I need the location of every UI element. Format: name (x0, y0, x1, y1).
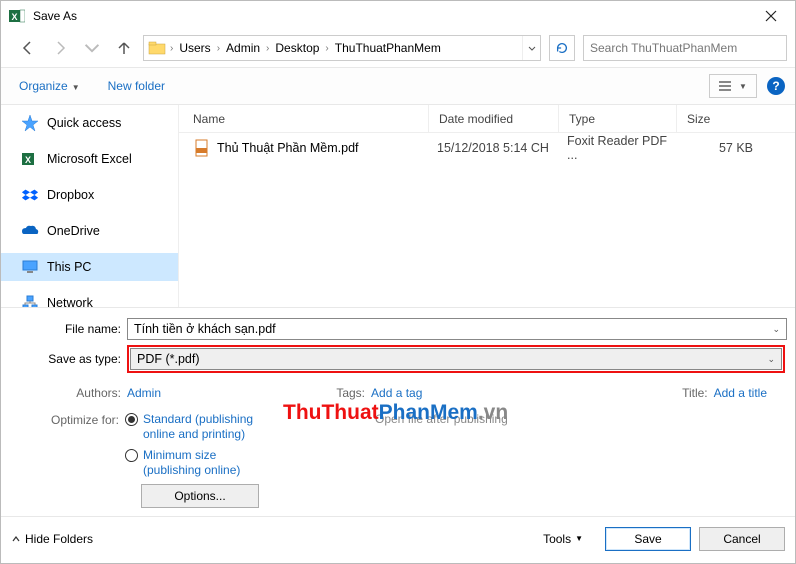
optimize-standard-radio[interactable]: Standard (publishing online and printing… (125, 412, 285, 442)
sidebar-quick-access[interactable]: Quick access (1, 109, 178, 137)
address-dropdown[interactable] (522, 36, 540, 60)
svg-text:X: X (11, 12, 17, 22)
sidebar-excel[interactable]: X Microsoft Excel (1, 145, 178, 173)
sidebar-network[interactable]: Network (1, 289, 178, 307)
search-placeholder: Search ThuThuatPhanMem (590, 41, 737, 55)
forward-button[interactable] (45, 34, 75, 62)
address-bar[interactable]: › Users› Admin› Desktop› ThuThuatPhanMem (143, 35, 541, 61)
navigation-sidebar: Quick access X Microsoft Excel Dropbox O… (1, 105, 179, 307)
authors-value[interactable]: Admin (127, 386, 161, 400)
sidebar-this-pc[interactable]: This PC (1, 253, 178, 281)
save-as-type-label: Save as type: (9, 352, 127, 366)
file-size: 57 KB (675, 141, 763, 155)
optimize-minimum-radio[interactable]: Minimum size (publishing online) (125, 448, 285, 478)
chevron-down-icon[interactable]: ⌄ (772, 324, 780, 335)
radio-on-icon (125, 413, 138, 426)
pc-icon (21, 258, 39, 276)
search-input[interactable]: Search ThuThuatPhanMem (583, 35, 787, 61)
col-date[interactable]: Date modified (429, 105, 559, 132)
svg-text:X: X (25, 155, 31, 165)
save-button[interactable]: Save (605, 527, 691, 551)
cancel-button[interactable]: Cancel (699, 527, 785, 551)
column-headers: Name Date modified Type Size (179, 105, 795, 133)
sidebar-dropbox[interactable]: Dropbox (1, 181, 178, 209)
crumb-users[interactable]: Users (175, 41, 214, 55)
tools-menu[interactable]: Tools▼ (543, 532, 583, 546)
up-button[interactable] (109, 34, 139, 62)
dropbox-icon (21, 186, 39, 204)
save-as-type-dropdown[interactable]: PDF (*.pdf) ⌄ (130, 348, 782, 370)
radio-off-icon (125, 449, 138, 462)
open-after-hint: Open file after publishing (375, 412, 508, 426)
options-button[interactable]: Options... (141, 484, 259, 508)
file-row[interactable]: Thủ Thuật Phần Mềm.pdf 15/12/2018 5:14 C… (179, 133, 795, 163)
sidebar-onedrive[interactable]: OneDrive (1, 217, 178, 245)
file-type: Foxit Reader PDF ... (557, 134, 675, 162)
new-folder-button[interactable]: New folder (100, 75, 173, 97)
col-name[interactable]: Name (179, 105, 429, 132)
view-options[interactable]: ▼ (709, 74, 757, 98)
back-button[interactable] (13, 34, 43, 62)
title-label: Title: (674, 386, 714, 400)
recent-dropdown[interactable] (77, 34, 107, 62)
tags-label: Tags: (331, 386, 371, 400)
star-icon (21, 114, 39, 132)
onedrive-icon (21, 222, 39, 240)
file-name-input[interactable]: Tính tiền ở khách sạn.pdf ⌄ (127, 318, 787, 340)
authors-label: Authors: (11, 386, 127, 400)
title-value[interactable]: Add a title (714, 386, 767, 400)
hide-folders-button[interactable]: Hide Folders (11, 532, 93, 546)
crumb-current[interactable]: ThuThuatPhanMem (331, 41, 445, 55)
file-name: Thủ Thuật Phần Mềm.pdf (217, 141, 427, 155)
refresh-button[interactable] (549, 35, 575, 61)
chevron-right-icon: › (168, 43, 175, 54)
col-size[interactable]: Size (677, 105, 765, 132)
optimize-label: Optimize for: (9, 412, 125, 508)
excel-app-icon: X (9, 8, 25, 24)
excel-icon: X (21, 150, 39, 168)
folder-icon (148, 39, 166, 57)
chevron-down-icon[interactable]: ⌄ (767, 354, 775, 365)
crumb-desktop[interactable]: Desktop (271, 41, 323, 55)
tags-value[interactable]: Add a tag (371, 386, 422, 400)
network-icon (21, 294, 39, 307)
file-date: 15/12/2018 5:14 CH (427, 141, 557, 155)
col-type[interactable]: Type (559, 105, 677, 132)
file-name-label: File name: (9, 322, 127, 336)
pdf-icon (193, 139, 211, 157)
help-button[interactable]: ? (767, 77, 785, 95)
close-button[interactable] (749, 1, 793, 31)
organize-menu[interactable]: Organize▼ (11, 75, 88, 97)
window-title: Save As (33, 9, 77, 23)
crumb-admin[interactable]: Admin (222, 41, 264, 55)
